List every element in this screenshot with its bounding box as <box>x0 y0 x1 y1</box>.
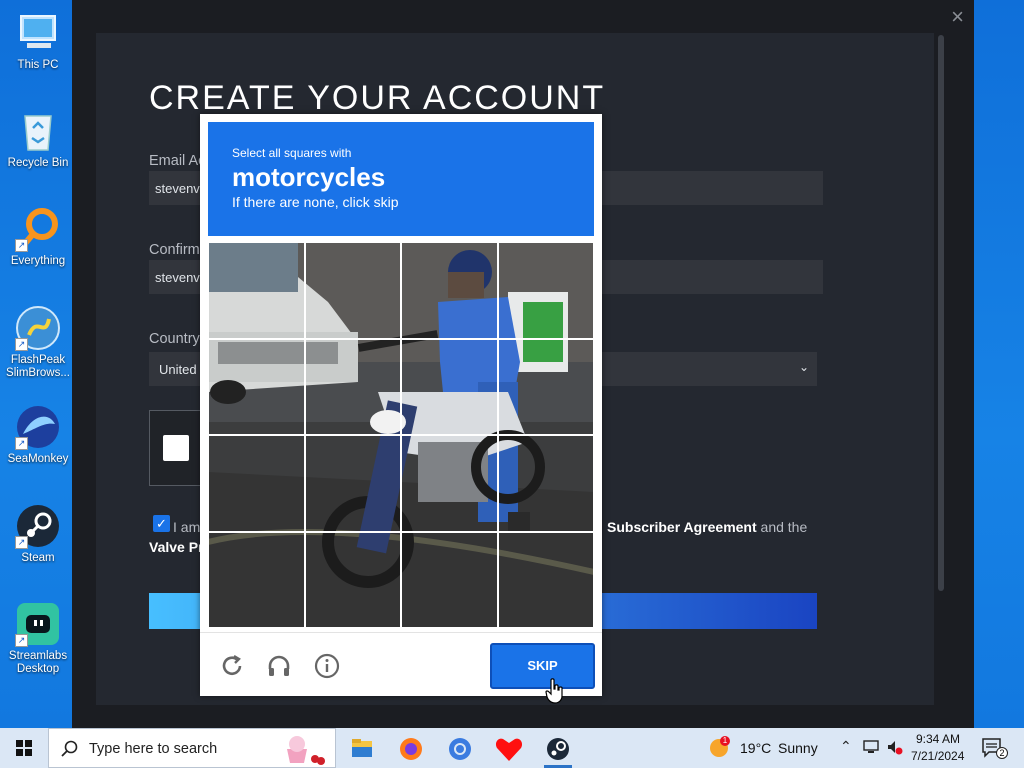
taskbar-search-input[interactable]: Type here to search <box>48 728 336 768</box>
desktop-icon-steam[interactable]: ↗ Steam <box>4 503 72 565</box>
search-magnifier-icon: ↗ <box>15 206 61 252</box>
captcha-footer: SKIP <box>200 632 602 696</box>
desktop-icon-recycle-bin[interactable]: Recycle Bin <box>4 108 72 170</box>
hand-cursor-icon <box>545 678 565 709</box>
email-value: stevenv <box>155 181 200 196</box>
clock-time[interactable]: 9:34 AM <box>916 732 960 746</box>
captcha-tile[interactable] <box>208 531 305 628</box>
skip-button[interactable]: SKIP <box>490 643 595 689</box>
captcha-tile[interactable] <box>497 435 594 532</box>
info-icon[interactable] <box>314 653 340 679</box>
desktop-icon-slimbrowser[interactable]: ↗ FlashPeak SlimBrows... <box>4 305 72 380</box>
weather-temperature[interactable]: 19°C <box>740 740 771 756</box>
desktop-icon-label: Streamlabs Desktop <box>8 650 68 675</box>
captcha-tile[interactable] <box>304 338 401 435</box>
desktop-icon-label: FlashPeak SlimBrows... <box>6 354 70 379</box>
desktop-icon-streamlabs[interactable]: ↗ Streamlabs Desktop <box>4 601 72 676</box>
captcha-tile[interactable] <box>401 242 498 339</box>
cupcake-icon <box>287 736 325 765</box>
country-value: United <box>159 362 197 377</box>
captcha-tile[interactable] <box>497 338 594 435</box>
taskbar-file-explorer[interactable] <box>338 730 386 768</box>
confirm-email-label: Confirm <box>149 242 200 258</box>
desktop-icon-label: SeaMonkey <box>7 453 69 465</box>
captcha-challenge-popup: Select all squares with motorcycles If t… <box>200 114 602 696</box>
valve-privacy-policy-link[interactable]: Valve Pr <box>149 539 204 555</box>
taskbar-chrome[interactable] <box>436 730 484 768</box>
agree-suffix: and the <box>760 519 808 535</box>
shortcut-arrow-icon: ↗ <box>15 437 28 450</box>
chevron-up-icon[interactable]: ⌃ <box>840 738 852 755</box>
captcha-tile[interactable] <box>208 338 305 435</box>
captcha-tile[interactable] <box>304 242 401 339</box>
subscriber-agreement-link[interactable]: Subscriber Agreement <box>607 519 757 535</box>
network-icon[interactable] <box>862 738 880 756</box>
desktop-icon-label: This PC <box>17 59 59 71</box>
refresh-icon[interactable] <box>219 653 245 679</box>
agree-text: I am <box>173 519 201 535</box>
shortcut-arrow-icon: ↗ <box>15 634 28 647</box>
audio-challenge-icon[interactable] <box>266 653 292 679</box>
captcha-hint: If there are none, click skip <box>232 194 399 210</box>
clock-date[interactable]: 7/21/2024 <box>911 749 964 763</box>
captcha-image-grid <box>208 242 594 628</box>
search-placeholder: Type here to search <box>89 741 218 757</box>
steam-icon <box>547 738 569 760</box>
captcha-tile[interactable] <box>208 435 305 532</box>
captcha-header: Select all squares with motorcycles If t… <box>208 122 594 236</box>
taskbar: Type here to search 1 19°C Sunny ⌃ 9:34 … <box>0 728 1024 768</box>
taskbar-undertale[interactable] <box>485 730 533 768</box>
taskbar-steam[interactable] <box>534 730 582 768</box>
captcha-checkbox[interactable] <box>163 435 189 461</box>
desktop-icon-seamonkey[interactable]: ↗ SeaMonkey <box>4 404 72 466</box>
steam-icon: ↗ <box>15 503 61 549</box>
weather-notification-badge: 1 <box>720 736 730 746</box>
desktop-icon-label: Recycle Bin <box>7 157 69 169</box>
page-title: CREATE YOUR ACCOUNT <box>149 79 606 117</box>
captcha-target-word: motorcycles <box>232 162 386 192</box>
captcha-tile[interactable] <box>497 242 594 339</box>
notification-count-badge: 2 <box>996 747 1008 759</box>
country-label: Country <box>149 331 200 347</box>
taskbar-firefox[interactable] <box>387 730 435 768</box>
recycle-bin-icon <box>15 108 61 154</box>
captcha-tile[interactable] <box>304 435 401 532</box>
desktop-icon-everything[interactable]: ↗ Everything <box>4 206 72 268</box>
notification-center-button[interactable]: 2 <box>980 736 1008 760</box>
captcha-tile[interactable] <box>401 338 498 435</box>
confirm-email-value: stevenv <box>155 270 200 285</box>
windows-start-button[interactable] <box>0 728 48 768</box>
streamlabs-icon: ↗ <box>15 601 61 647</box>
captcha-tile[interactable] <box>401 531 498 628</box>
captcha-tile[interactable] <box>401 435 498 532</box>
desktop-icon-label: Steam <box>21 552 55 564</box>
chrome-icon <box>449 738 471 760</box>
search-icon <box>61 740 78 757</box>
scrollbar[interactable] <box>938 35 944 591</box>
desktop-icon-this-pc[interactable]: This PC <box>4 10 72 72</box>
weather-condition[interactable]: Sunny <box>778 740 818 756</box>
file-explorer-icon <box>352 739 372 757</box>
captcha-tile[interactable] <box>304 531 401 628</box>
email-label: Email Ac <box>149 153 206 169</box>
computer-icon <box>15 10 61 56</box>
seamonkey-icon: ↗ <box>15 404 61 450</box>
volume-muted-icon[interactable] <box>886 738 904 756</box>
captcha-tile[interactable] <box>497 531 594 628</box>
slimbrowser-icon: ↗ <box>15 305 61 351</box>
captcha-prompt: Select all squares with <box>232 146 352 160</box>
desktop-icon-label: Everything <box>10 255 66 267</box>
shortcut-arrow-icon: ↗ <box>15 536 28 549</box>
chevron-down-icon: ⌄ <box>798 360 809 374</box>
undertale-heart-icon <box>495 738 523 761</box>
agree-tail: Subscriber Agreement and the <box>607 519 807 535</box>
agree-checkbox[interactable]: ✓ <box>153 515 170 532</box>
shortcut-arrow-icon: ↗ <box>15 239 28 252</box>
windows-logo-icon <box>16 740 32 756</box>
shortcut-arrow-icon: ↗ <box>15 338 28 351</box>
close-icon[interactable]: × <box>951 4 964 30</box>
captcha-tile[interactable] <box>208 242 305 339</box>
firefox-icon <box>400 738 422 760</box>
